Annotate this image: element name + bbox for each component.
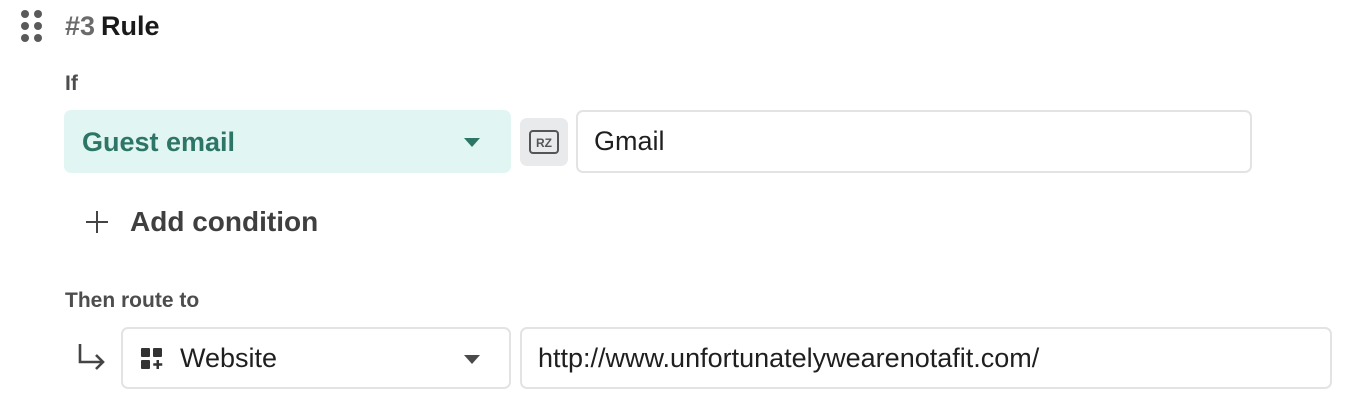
condition-value-input[interactable] [576, 110, 1252, 173]
then-route-label: Then route to [65, 289, 200, 312]
condition-field-select[interactable]: Guest email [64, 110, 511, 173]
rule-header: #3 Rule [65, 8, 160, 44]
route-url-input[interactable] [520, 327, 1332, 389]
plus-icon [84, 209, 110, 235]
svg-text:RZ: RZ [536, 136, 552, 150]
rule-number: #3 [65, 11, 96, 41]
grid-plus-icon [141, 348, 163, 369]
if-label: If [65, 72, 78, 95]
route-type-value: Website [180, 343, 278, 373]
regex-toggle-button[interactable]: RZ [520, 118, 568, 166]
regex-icon: RZ [529, 130, 559, 154]
rule-title: Rule [101, 11, 160, 41]
add-condition-label: Add condition [130, 206, 319, 237]
route-type-select[interactable]: Website [121, 327, 511, 389]
chevron-down-icon [464, 138, 480, 147]
chevron-down-icon [464, 355, 480, 364]
route-arrow-icon [78, 344, 105, 370]
condition-field-value: Guest email [82, 127, 236, 157]
routing-rule-card: #3Rule If Guest email RZ Add condition T… [0, 0, 1360, 410]
drag-handle-icon[interactable] [20, 9, 44, 43]
add-condition-button[interactable]: Add condition [82, 200, 318, 244]
